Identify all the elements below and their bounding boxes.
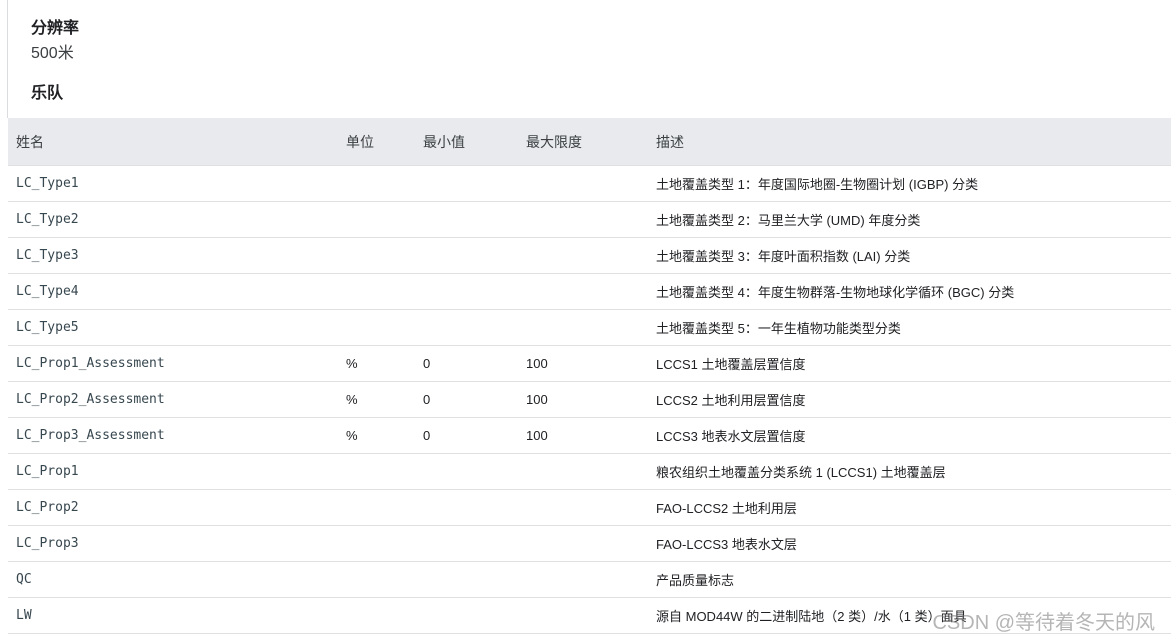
table-row: LC_Type4 土地覆盖类型 4：年度生物群落-生物地球化学循环 (BGC) 分… xyxy=(8,273,1171,310)
band-description-cell: 土地覆盖类型 1：年度国际地圈-生物圈计划 (IGBP) 分类 xyxy=(648,165,1171,202)
table-row: QC 产品质量标志 xyxy=(8,561,1171,598)
band-description-cell: 源自 MOD44W 的二进制陆地（2 类）/水（1 类）面具 xyxy=(648,597,1171,634)
band-description-cell: 产品质量标志 xyxy=(648,561,1171,598)
header-row: 姓名 单位 最小值 最大限度 描述 xyxy=(8,118,1171,166)
band-name-cell: LC_Prop1 xyxy=(8,453,338,490)
bands-table-header: 姓名 单位 最小值 最大限度 描述 xyxy=(8,118,1171,166)
column-header-description: 描述 xyxy=(648,118,1171,166)
bands-table-body: LC_Type1 土地覆盖类型 1：年度国际地圈-生物圈计划 (IGBP) 分类 L… xyxy=(8,165,1171,634)
table-row: LC_Prop2 FAO-LCCS2 土地利用层 xyxy=(8,489,1171,526)
band-name-cell: QC xyxy=(8,561,338,598)
band-name-cell: LC_Prop3 xyxy=(8,525,338,562)
band-unit-cell xyxy=(338,561,415,598)
band-name-cell: LC_Prop2 xyxy=(8,489,338,526)
table-row: LW 源自 MOD44W 的二进制陆地（2 类）/水（1 类）面具 xyxy=(8,597,1171,634)
band-name-cell: LC_Type3 xyxy=(8,237,338,274)
band-description-cell: FAO-LCCS2 土地利用层 xyxy=(648,489,1171,526)
band-min-cell xyxy=(415,489,518,526)
band-min-cell xyxy=(415,561,518,598)
left-border-rule xyxy=(7,0,8,118)
band-name-cell: LC_Prop2_Assessment xyxy=(8,381,338,418)
band-min-cell xyxy=(415,453,518,490)
band-description-cell: 土地覆盖类型 3：年度叶面积指数 (LAI) 分类 xyxy=(648,237,1171,274)
band-description-cell: 粮农组织土地覆盖分类系统 1 (LCCS1) 土地覆盖层 xyxy=(648,453,1171,490)
band-min-cell xyxy=(415,165,518,202)
band-name-cell: LC_Prop1_Assessment xyxy=(8,345,338,382)
band-max-cell: 100 xyxy=(518,381,648,418)
band-description-cell: 土地覆盖类型 5：一年生植物功能类型分类 xyxy=(648,309,1171,346)
band-min-cell xyxy=(415,237,518,274)
column-header-unit: 单位 xyxy=(338,118,415,166)
band-unit-cell xyxy=(338,237,415,274)
band-name-cell: LC_Type4 xyxy=(8,273,338,310)
band-unit-cell xyxy=(338,201,415,238)
band-min-cell: 0 xyxy=(415,381,518,418)
table-row: LC_Prop1 粮农组织土地覆盖分类系统 1 (LCCS1) 土地覆盖层 xyxy=(8,453,1171,490)
band-name-cell: LC_Type2 xyxy=(8,201,338,238)
band-max-cell xyxy=(518,597,648,634)
band-max-cell: 100 xyxy=(518,417,648,454)
band-unit-cell xyxy=(338,453,415,490)
table-row: LC_Type3 土地覆盖类型 3：年度叶面积指数 (LAI) 分类 xyxy=(8,237,1171,274)
band-min-cell xyxy=(415,201,518,238)
band-description-cell: LCCS2 土地利用层置信度 xyxy=(648,381,1171,418)
band-name-cell: LW xyxy=(8,597,338,634)
band-min-cell xyxy=(415,525,518,562)
column-header-name: 姓名 xyxy=(8,118,338,166)
band-unit-cell xyxy=(338,597,415,634)
table-row: LC_Prop1_Assessment% 0 100 LCCS1 土地覆盖层置信度 xyxy=(8,345,1171,382)
band-description-cell: FAO-LCCS3 地表水文层 xyxy=(648,525,1171,562)
table-row: LC_Type1 土地覆盖类型 1：年度国际地圈-生物圈计划 (IGBP) 分类 xyxy=(8,165,1171,202)
table-row: LC_Type5 土地覆盖类型 5：一年生植物功能类型分类 xyxy=(8,309,1171,346)
band-unit-cell: % xyxy=(338,345,415,382)
band-description-cell: 土地覆盖类型 4：年度生物群落-生物地球化学循环 (BGC) 分类 xyxy=(648,273,1171,310)
band-name-cell: LC_Prop3_Assessment xyxy=(8,417,338,454)
band-max-cell xyxy=(518,309,648,346)
resolution-value: 500米 xyxy=(31,45,74,62)
table-row: LC_Prop2_Assessment% 0 100 LCCS2 土地利用层置信度 xyxy=(8,381,1171,418)
band-max-cell xyxy=(518,273,648,310)
band-description-cell: LCCS3 地表水文层置信度 xyxy=(648,417,1171,454)
table-row: LC_Prop3_Assessment% 0 100 LCCS3 地表水文层置信度 xyxy=(8,417,1171,454)
band-max-cell xyxy=(518,489,648,526)
band-unit-cell xyxy=(338,273,415,310)
band-unit-cell xyxy=(338,165,415,202)
band-unit-cell xyxy=(338,489,415,526)
band-max-cell: 100 xyxy=(518,345,648,382)
band-unit-cell: % xyxy=(338,381,415,418)
band-min-cell xyxy=(415,309,518,346)
band-max-cell xyxy=(518,201,648,238)
bands-heading: 乐队 xyxy=(31,85,64,102)
band-max-cell xyxy=(518,165,648,202)
band-max-cell xyxy=(518,237,648,274)
band-min-cell xyxy=(415,597,518,634)
bands-table: 姓名 单位 最小值 最大限度 描述 LC_Type1 土地覆盖类型 1：年度国际地… xyxy=(8,118,1171,634)
band-min-cell: 0 xyxy=(415,345,518,382)
band-name-cell: LC_Type5 xyxy=(8,309,338,346)
band-max-cell xyxy=(518,453,648,490)
table-row: LC_Type2 土地覆盖类型 2：马里兰大学 (UMD) 年度分类 xyxy=(8,201,1171,238)
band-unit-cell xyxy=(338,525,415,562)
band-unit-cell xyxy=(338,309,415,346)
band-min-cell: 0 xyxy=(415,417,518,454)
band-unit-cell: % xyxy=(338,417,415,454)
band-description-cell: LCCS1 土地覆盖层置信度 xyxy=(648,345,1171,382)
band-min-cell xyxy=(415,273,518,310)
column-header-min: 最小值 xyxy=(415,118,518,166)
column-header-max: 最大限度 xyxy=(518,118,648,166)
resolution-heading: 分辨率 xyxy=(31,20,80,37)
band-name-cell: LC_Type1 xyxy=(8,165,338,202)
band-max-cell xyxy=(518,525,648,562)
table-row: LC_Prop3 FAO-LCCS3 地表水文层 xyxy=(8,525,1171,562)
band-description-cell: 土地覆盖类型 2：马里兰大学 (UMD) 年度分类 xyxy=(648,201,1171,238)
band-max-cell xyxy=(518,561,648,598)
